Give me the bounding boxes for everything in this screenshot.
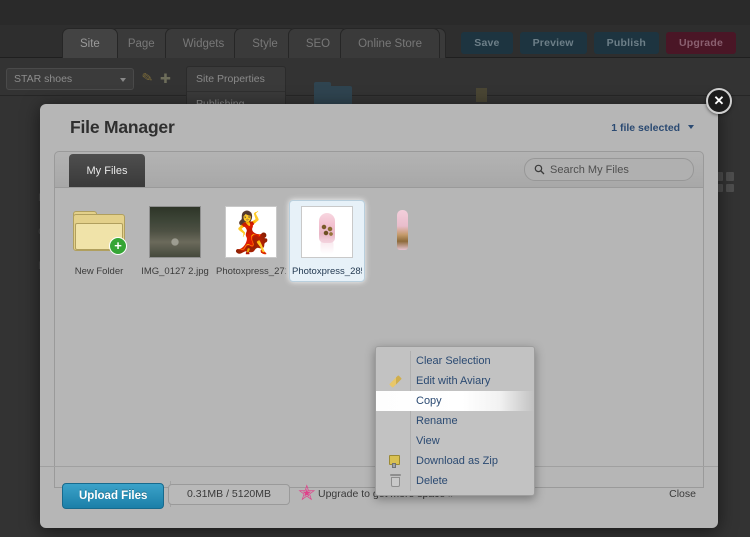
site-select-value: STAR shoes — [14, 73, 73, 85]
search-input[interactable] — [550, 163, 685, 176]
site-select[interactable]: STAR shoes — [6, 68, 134, 90]
add-plus-icon[interactable]: ✚ — [160, 71, 171, 87]
photo-thumbnail-flower — [301, 206, 353, 258]
tab-page-label: Page — [127, 38, 155, 50]
page-title: File Manager — [70, 117, 175, 137]
tab-widgets[interactable]: Widgets — [164, 28, 243, 58]
photo-thumbnail-forest — [149, 206, 201, 258]
upgrade-button[interactable]: Upgrade — [666, 32, 736, 54]
file-name: Photoxpress_285 — [292, 266, 362, 277]
selection-summary-dropdown[interactable]: 1 file selected — [611, 122, 694, 134]
tab-online-store[interactable]: Online Store — [340, 28, 441, 58]
tab-my-files[interactable]: My Files — [69, 154, 145, 187]
grid-dot — [725, 183, 734, 192]
menu-item-view[interactable]: View — [376, 431, 534, 451]
chevron-down-icon — [688, 125, 694, 129]
file-item-photoxpress-285[interactable]: Photoxpress_285 — [289, 200, 365, 282]
close-icon[interactable]: ✕ — [706, 88, 732, 114]
menu-item-delete[interactable]: Delete — [376, 471, 534, 491]
tab-page[interactable]: Page — [109, 28, 173, 58]
background-tabs: Site Page Widgets Style SEO Online Store — [62, 25, 447, 58]
thumbnail: 💃 — [222, 205, 280, 259]
menu-item-label: View — [416, 435, 440, 447]
menu-item-copy[interactable]: Copy — [376, 391, 534, 411]
tab-widgets-label: Widgets — [182, 38, 225, 50]
zip-icon — [389, 454, 403, 468]
save-button[interactable]: Save — [461, 32, 513, 54]
file-name: New Folder — [74, 266, 124, 277]
tab-seo[interactable]: SEO — [287, 28, 349, 58]
menu-item-label: Delete — [416, 475, 448, 487]
file-item-new-folder[interactable]: + New Folder — [61, 200, 137, 282]
folder-add-icon: + — [73, 211, 127, 255]
file-name: IMG_0127 2.jpg — [141, 266, 209, 277]
tab-my-files-label: My Files — [86, 164, 128, 177]
menu-item-label: Clear Selection — [416, 355, 491, 367]
photo-thumbnail-partial — [393, 206, 413, 258]
chevron-down-icon — [120, 78, 126, 82]
photo-thumbnail-dancer: 💃 — [225, 206, 277, 258]
dialog-header: File Manager 1 file selected ✕ — [40, 88, 732, 151]
browser-chrome-strip — [0, 0, 750, 25]
menu-item-label: Edit with Aviary — [416, 375, 491, 387]
file-item-img-0127[interactable]: IMG_0127 2.jpg — [137, 200, 213, 282]
file-item-partial[interactable] — [365, 200, 441, 282]
flower-reflection — [320, 240, 334, 254]
tab-online-store-label: Online Store — [358, 38, 423, 50]
menu-item-label: Copy — [416, 395, 442, 407]
tab-site-label: Site — [80, 38, 100, 50]
menu-item-label: Download as Zip — [416, 455, 498, 467]
panel-item-site-properties[interactable]: Site Properties — [187, 67, 285, 92]
tab-seo-label: SEO — [305, 38, 331, 50]
menu-item-download-as-zip[interactable]: Download as Zip — [376, 451, 534, 471]
tab-site[interactable]: Site — [62, 28, 118, 58]
file-manager-dialog: File Manager 1 file selected ✕ My Files — [40, 88, 732, 528]
thumbnail — [374, 205, 432, 259]
upload-files-button[interactable]: Upload Files — [62, 483, 165, 509]
thumbnail — [146, 205, 204, 259]
plus-badge-icon: + — [109, 237, 127, 255]
background-misc-icon — [476, 88, 487, 102]
dialog-toolbar: My Files — [54, 151, 704, 188]
pencil-icon — [389, 375, 402, 388]
grid-dot — [725, 172, 734, 181]
flower-graphic — [319, 213, 335, 243]
thumbnail — [298, 205, 356, 259]
tab-style-label: Style — [252, 38, 278, 50]
background-action-buttons: Save Preview Publish Upgrade — [461, 32, 736, 54]
search-box[interactable] — [524, 158, 694, 181]
trash-icon — [389, 474, 403, 488]
file-grid: + New Folder IMG_0127 2.jpg 💃 Photoxpres… — [55, 188, 703, 294]
search-icon — [534, 164, 545, 175]
storage-indicator: 0.31MB / 5120MB — [168, 484, 290, 505]
screen: Site Page Widgets Style SEO Online Store… — [0, 0, 750, 537]
preview-button[interactable]: Preview — [519, 32, 587, 54]
file-pane: + New Folder IMG_0127 2.jpg 💃 Photoxpres… — [54, 188, 704, 496]
file-item-photoxpress-2712[interactable]: 💃 Photoxpress_2712 — [213, 200, 289, 282]
selection-summary-label: 1 file selected — [611, 122, 681, 134]
context-menu: Clear Selection Edit with Aviary Copy Re… — [375, 346, 535, 496]
menu-item-label: Rename — [416, 415, 458, 427]
publish-button[interactable]: Publish — [593, 32, 659, 54]
tab-style[interactable]: Style — [234, 28, 296, 58]
dancer-silhouette-icon: 💃 — [226, 211, 276, 255]
thumbnail: + — [70, 205, 128, 259]
menu-item-clear-selection[interactable]: Clear Selection — [376, 351, 534, 371]
menu-item-edit-with-aviary[interactable]: Edit with Aviary — [376, 371, 534, 391]
menu-item-rename[interactable]: Rename — [376, 411, 534, 431]
close-button[interactable]: Close — [669, 488, 696, 500]
file-name: Photoxpress_2712 — [216, 266, 286, 277]
